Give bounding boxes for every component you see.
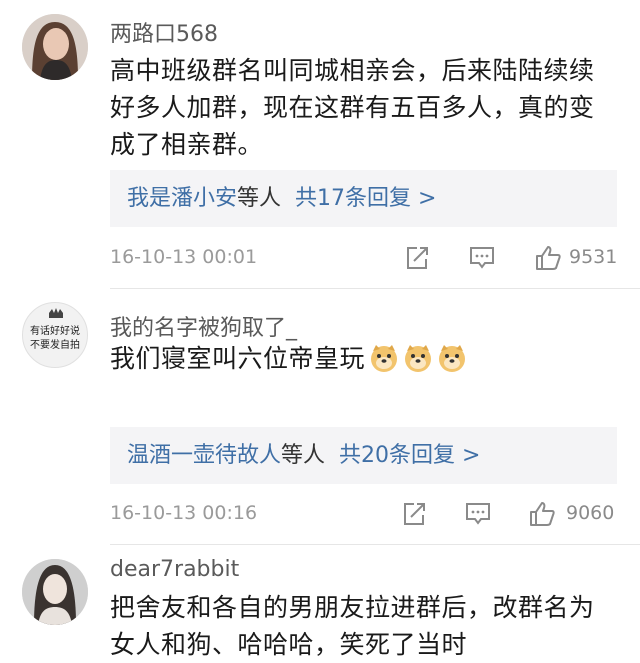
thumbs-up-icon[interactable]	[528, 500, 556, 528]
comment-text: 我们寝室叫六位帝皇玩	[110, 340, 610, 377]
comment-footer: 16-10-13 00:01 9531	[110, 244, 620, 274]
comment-icon[interactable]	[464, 500, 492, 528]
share-icon[interactable]	[400, 500, 428, 528]
comment-item: 有话好好说 不要发自拍 我的名字被狗取了_ 我们寝室叫六位帝皇玩 温酒一壶待故人…	[0, 290, 640, 545]
like-count: 9060	[566, 502, 615, 524]
reply-count-link[interactable]: 共20条回复 >	[339, 443, 480, 468]
avatar-caption-line2: 不要发自拍	[30, 340, 80, 351]
comment-item: dear7rabbit 把舍友和各自的男朋友拉进群后，改群名为女人和狗、哈哈哈，…	[0, 545, 640, 659]
reply-user-link[interactable]: 我是潘小安	[127, 186, 237, 211]
comment-text: 把舍友和各自的男朋友拉进群后，改群名为女人和狗、哈哈哈，笑死了当时	[110, 593, 595, 659]
reply-count-link[interactable]: 共17条回复 >	[295, 186, 436, 211]
share-icon[interactable]	[403, 244, 431, 272]
username[interactable]: 两路口568	[110, 16, 218, 48]
divider	[110, 288, 640, 289]
replies-preview[interactable]: 温酒一壶待故人等人 共20条回复 >	[110, 427, 617, 484]
timestamp: 16-10-13 00:16	[110, 502, 258, 524]
comment-item: 两路口568 高中班级群名叫同城相亲会，后来陆陆续续好多人加群，现在这群有五百多…	[0, 0, 640, 290]
doge-emoji-icon	[439, 345, 466, 372]
reply-mid-text: 等人	[281, 443, 326, 468]
reply-mid-text: 等人	[237, 186, 282, 211]
avatar[interactable]	[22, 559, 88, 625]
reply-user-link[interactable]: 温酒一壶待故人	[127, 443, 281, 468]
replies-preview[interactable]: 我是潘小安等人 共17条回复 >	[110, 170, 617, 227]
avatar-photo-icon	[22, 14, 88, 80]
comment-icon[interactable]	[468, 244, 496, 272]
comment-footer: 16-10-13 00:16 9060	[110, 500, 620, 530]
thumbs-up-icon[interactable]	[534, 244, 562, 272]
like-count: 9531	[569, 246, 618, 268]
comment-text-body: 我们寝室叫六位帝皇玩	[110, 344, 366, 373]
timestamp: 16-10-13 00:01	[110, 246, 258, 268]
avatar[interactable]: 有话好好说 不要发自拍	[22, 302, 88, 368]
username[interactable]: dear7rabbit	[110, 557, 239, 582]
doge-emoji-icon	[371, 345, 398, 372]
doge-emoji-icon	[405, 345, 432, 372]
avatar[interactable]	[22, 14, 88, 80]
comment-text: 高中班级群名叫同城相亲会，后来陆陆续续好多人加群，现在这群有五百多人，真的变成了…	[110, 56, 595, 159]
avatar-caption-line1: 有话好好说	[30, 326, 80, 337]
avatar-photo-icon	[22, 559, 88, 625]
username[interactable]: 我的名字被狗取了_	[110, 310, 297, 342]
